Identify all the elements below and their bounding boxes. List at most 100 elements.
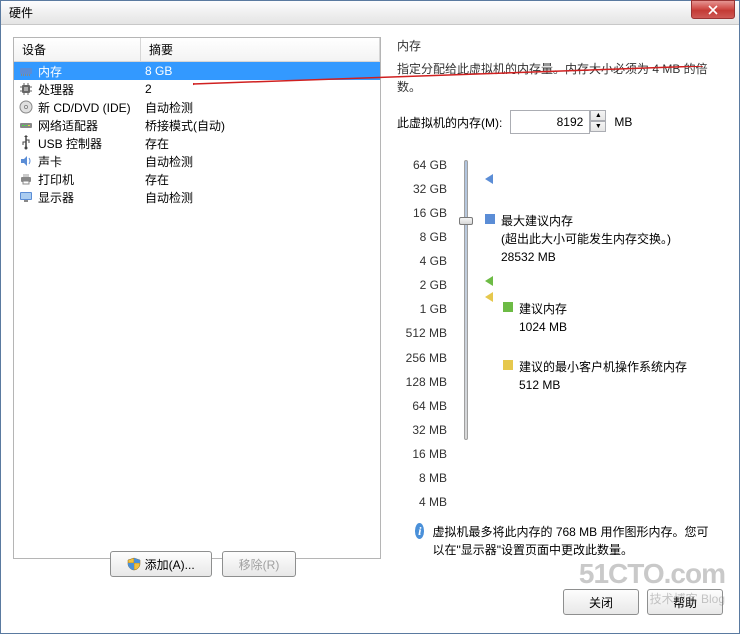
tick-label: 4 GB — [397, 251, 447, 271]
triangle-blue-icon — [485, 174, 493, 184]
memory-slider-area: 64 GB 32 GB 16 GB 8 GB 4 GB 2 GB 1 GB 512 MB 256… — [397, 152, 721, 515]
tick-label: 32 GB — [397, 179, 447, 199]
rec-title: 建议内存 — [519, 300, 567, 318]
device-summary: 自动检测 — [141, 153, 380, 170]
triangle-yellow-icon — [485, 292, 493, 302]
device-name: 处理器 — [38, 81, 74, 98]
tick-label: 128 MB — [397, 372, 447, 392]
square-blue-icon — [485, 214, 495, 224]
max-value: 28532 MB — [501, 248, 671, 266]
table-row[interactable]: 打印机 存在 — [14, 170, 380, 188]
memory-desc: 指定分配给此虚拟机的内存量。内存大小必须为 4 MB 的倍数。 — [397, 60, 721, 96]
device-name: USB 控制器 — [38, 135, 102, 152]
usb-icon — [18, 135, 34, 151]
printer-icon — [18, 171, 34, 187]
info-bar: i 虚拟机最多将此内存的 768 MB 用作图形内存。您可以在"显示器"设置页面… — [397, 515, 721, 559]
memory-input-label: 此虚拟机的内存(M): — [397, 114, 502, 131]
device-summary: 8 GB — [141, 64, 380, 78]
memory-icon — [18, 63, 34, 79]
device-summary: 2 — [141, 82, 380, 96]
slider-thumb[interactable] — [459, 217, 473, 225]
device-name: 内存 — [38, 63, 62, 80]
tick-label: 32 MB — [397, 420, 447, 440]
device-summary: 自动检测 — [141, 189, 380, 206]
display-icon — [18, 189, 34, 205]
triangle-green-icon — [485, 276, 493, 286]
table-row[interactable]: 网络适配器 桥接模式(自动) — [14, 116, 380, 134]
tick-label: 8 MB — [397, 468, 447, 488]
memory-panel: 内存 指定分配给此虚拟机的内存量。内存大小必须为 4 MB 的倍数。 此虚拟机的… — [381, 37, 727, 559]
tick-label: 1 GB — [397, 299, 447, 319]
network-icon — [18, 117, 34, 133]
add-button[interactable]: 添加(A)... — [110, 551, 212, 577]
marker-rec: 建议内存 1024 MB — [503, 300, 567, 336]
tick-label: 256 MB — [397, 348, 447, 368]
spin-up-icon[interactable]: ▲ — [590, 110, 606, 121]
memory-input-row: 此虚拟机的内存(M): ▲ ▼ MB — [397, 110, 721, 134]
max-note: (超出此大小可能发生内存交换。) — [501, 230, 671, 248]
device-name: 网络适配器 — [38, 117, 98, 134]
device-summary: 桥接模式(自动) — [141, 117, 380, 134]
tick-label: 64 MB — [397, 396, 447, 416]
hardware-dialog: 硬件 设备 摘要 内存8 GB处理器2新 CD/DVD (IDE)自动检测网络适… — [0, 0, 740, 634]
tick-label: 512 MB — [397, 323, 447, 343]
max-title: 最大建议内存 — [501, 212, 671, 230]
square-green-icon — [503, 302, 513, 312]
memory-unit: MB — [614, 115, 632, 129]
tick-label: 16 GB — [397, 203, 447, 223]
tick-label: 2 GB — [397, 275, 447, 295]
slider-markers: 最大建议内存 (超出此大小可能发生内存交换。) 28532 MB — [485, 152, 721, 515]
marker-yellow-tri — [485, 292, 493, 302]
device-name: 打印机 — [38, 171, 74, 188]
spin-down-icon[interactable]: ▼ — [590, 121, 606, 132]
close-button[interactable] — [691, 0, 735, 19]
cd-icon — [18, 99, 34, 115]
col-device[interactable]: 设备 — [14, 38, 141, 61]
memory-input[interactable] — [510, 110, 590, 134]
table-row[interactable]: USB 控制器 存在 — [14, 134, 380, 152]
tick-label: 8 GB — [397, 227, 447, 247]
titlebar: 硬件 — [1, 1, 739, 25]
table-row[interactable]: 新 CD/DVD (IDE) 自动检测 — [14, 98, 380, 116]
slider-tick-labels: 64 GB 32 GB 16 GB 8 GB 4 GB 2 GB 1 GB 512 MB 256… — [397, 152, 447, 515]
table-row[interactable]: 处理器 2 — [14, 80, 380, 98]
device-list[interactable]: 内存8 GB处理器2新 CD/DVD (IDE)自动检测网络适配器桥接模式(自动… — [14, 62, 380, 558]
marker-max: 最大建议内存 (超出此大小可能发生内存交换。) 28532 MB — [485, 212, 671, 266]
device-summary: 存在 — [141, 135, 380, 152]
remove-button[interactable]: 移除(R) — [222, 551, 297, 577]
marker-green-tri — [485, 276, 493, 286]
tick-label: 4 MB — [397, 492, 447, 512]
device-summary: 自动检测 — [141, 99, 380, 116]
window-title: 硬件 — [9, 4, 33, 21]
tick-label: 64 GB — [397, 155, 447, 175]
sound-icon — [18, 153, 34, 169]
dialog-content: 设备 摘要 内存8 GB处理器2新 CD/DVD (IDE)自动检测网络适配器桥… — [1, 25, 739, 571]
memory-spinner[interactable]: ▲ ▼ — [590, 110, 606, 134]
table-row[interactable]: 内存 8 GB — [14, 62, 380, 80]
table-header: 设备 摘要 — [14, 38, 380, 62]
table-row[interactable]: 声卡 自动检测 — [14, 152, 380, 170]
device-name: 声卡 — [38, 153, 62, 170]
min-title: 建议的最小客户机操作系统内存 — [519, 358, 687, 376]
square-yellow-icon — [503, 360, 513, 370]
close-icon — [708, 5, 718, 15]
device-name: 新 CD/DVD (IDE) — [38, 99, 131, 116]
section-title: 内存 — [397, 37, 721, 54]
marker-min: 建议的最小客户机操作系统内存 512 MB — [503, 358, 687, 394]
slider-track[interactable] — [455, 152, 477, 515]
device-panel: 设备 摘要 内存8 GB处理器2新 CD/DVD (IDE)自动检测网络适配器桥… — [13, 37, 381, 559]
device-name: 显示器 — [38, 189, 74, 206]
table-row[interactable]: 显示器 自动检测 — [14, 188, 380, 206]
shield-icon — [127, 557, 141, 571]
tick-label: 16 MB — [397, 444, 447, 464]
cpu-icon — [18, 81, 34, 97]
info-icon: i — [415, 523, 424, 539]
info-text: 虚拟机最多将此内存的 768 MB 用作图形内存。您可以在"显示器"设置页面中更… — [432, 523, 715, 559]
rec-value: 1024 MB — [519, 318, 567, 336]
marker-top-blue — [485, 174, 493, 184]
col-summary[interactable]: 摘要 — [141, 38, 380, 61]
min-value: 512 MB — [519, 376, 687, 394]
watermark: 51CTO.com 技术博客 Blog — [579, 558, 725, 607]
device-summary: 存在 — [141, 171, 380, 188]
track-line — [464, 160, 468, 440]
